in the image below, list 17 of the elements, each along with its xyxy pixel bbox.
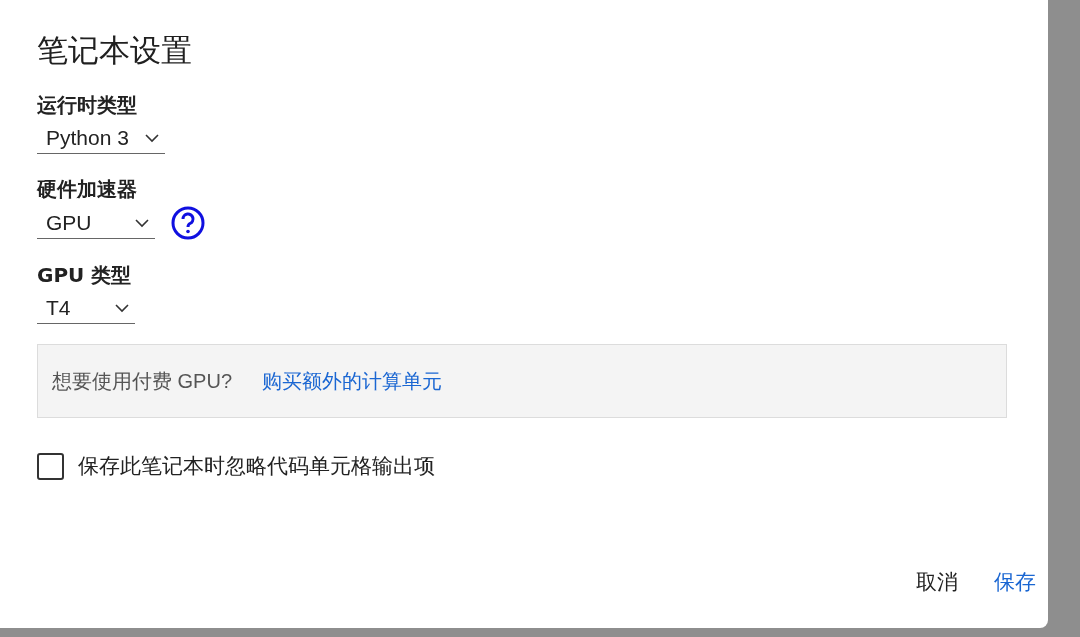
field-label: 运行时类型 <box>37 92 138 118</box>
save-button[interactable]: 保存 <box>988 564 1042 600</box>
checkbox[interactable] <box>37 452 64 480</box>
chevron-down-icon <box>115 302 129 313</box>
dropdown[interactable]: T4 <box>37 292 135 324</box>
chevron-down-icon <box>145 132 159 143</box>
cancel-button[interactable]: 取消 <box>910 564 964 600</box>
field-label: GPU 类型 <box>37 262 133 288</box>
help-icon[interactable] <box>171 206 205 240</box>
dropdown[interactable]: Python 3 <box>37 122 165 154</box>
dialog-title: 笔记本设置 <box>37 31 193 70</box>
field-label: 硬件加速器 <box>37 176 138 202</box>
checkbox-label: 保存此笔记本时忽略代码单元格输出项 <box>78 453 435 480</box>
notice-text: 想要使用付费 GPU? <box>52 368 233 394</box>
chevron-down-icon <box>135 217 149 228</box>
purchase-link[interactable]: 购买额外的计算单元 <box>262 367 443 395</box>
dropdown[interactable]: GPU <box>37 207 155 239</box>
